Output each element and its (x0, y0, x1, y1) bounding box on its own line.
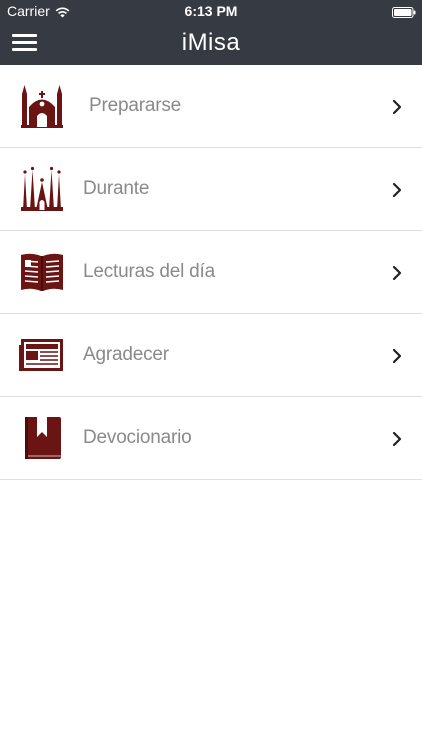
chevron-right-icon (392, 182, 402, 198)
cathedral-spires-icon (19, 166, 65, 212)
open-book-icon (19, 249, 65, 295)
app-screen: Carrier 6:13 PM iMisa Prepararse Durante… (0, 0, 422, 750)
menu-item-lecturas-del-dia[interactable]: Lecturas del día (0, 231, 422, 314)
menu-item-label: Durante (83, 178, 150, 199)
menu-item-agradecer[interactable]: Agradecer (0, 314, 422, 397)
menu-item-prepararse[interactable]: Prepararse (0, 65, 422, 148)
main-menu-list: Prepararse Durante Lecturas del día Agra… (0, 65, 422, 480)
navigation-bar: iMisa (0, 22, 422, 65)
menu-item-label: Prepararse (89, 95, 181, 116)
church-icon (19, 83, 65, 129)
status-bar: Carrier 6:13 PM (0, 0, 422, 22)
newspaper-icon (19, 332, 65, 378)
menu-item-label: Agradecer (83, 344, 169, 365)
chevron-right-icon (392, 99, 402, 115)
menu-item-label: Devocionario (83, 427, 192, 448)
bookmarked-book-icon (19, 415, 65, 461)
battery-icon (392, 5, 416, 18)
header: Carrier 6:13 PM iMisa (0, 0, 422, 65)
chevron-right-icon (392, 431, 402, 447)
page-title: iMisa (181, 29, 241, 56)
menu-item-durante[interactable]: Durante (0, 148, 422, 231)
menu-item-label: Lecturas del día (83, 261, 215, 282)
chevron-right-icon (392, 348, 402, 364)
status-time: 6:13 PM (184, 3, 238, 19)
chevron-right-icon (392, 265, 402, 281)
menu-item-devocionario[interactable]: Devocionario (0, 397, 422, 480)
